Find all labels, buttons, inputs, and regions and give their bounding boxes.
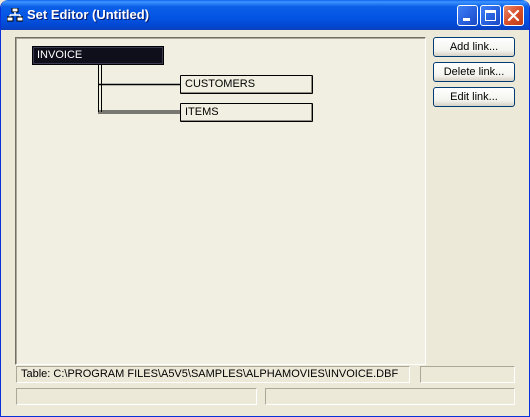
add-link-button[interactable]: Add link...: [433, 37, 515, 57]
table-path-field: Table: C:\PROGRAM FILES\A5V5\SAMPLES\ALP…: [16, 366, 410, 383]
tree-node-root[interactable]: INVOICE: [32, 46, 164, 65]
title-bar[interactable]: Set Editor (Untitled): [1, 0, 529, 30]
status-bar-left: [16, 388, 257, 405]
maximize-icon: [485, 10, 496, 21]
status-field-right: [420, 366, 515, 383]
set-tree-icon: [7, 8, 23, 22]
close-icon: [507, 9, 520, 22]
tree-node-customers[interactable]: CUSTOMERS: [180, 75, 313, 94]
window-title: Set Editor (Untitled): [27, 7, 150, 22]
minimize-icon: [463, 18, 470, 21]
set-editor-window: Set Editor (Untitled) INVOICE CUSTOMERS …: [0, 0, 530, 417]
edit-link-button[interactable]: Edit link...: [433, 87, 515, 107]
minimize-button[interactable]: [457, 5, 478, 26]
client-area: INVOICE CUSTOMERS ITEMS Add link... Dele…: [4, 30, 526, 413]
close-button[interactable]: [503, 5, 524, 26]
delete-link-button[interactable]: Delete link...: [433, 62, 515, 82]
maximize-button[interactable]: [480, 5, 501, 26]
status-bar-right: [265, 388, 515, 405]
tree-node-items[interactable]: ITEMS: [180, 103, 313, 122]
set-diagram-canvas[interactable]: INVOICE CUSTOMERS ITEMS: [15, 37, 426, 365]
